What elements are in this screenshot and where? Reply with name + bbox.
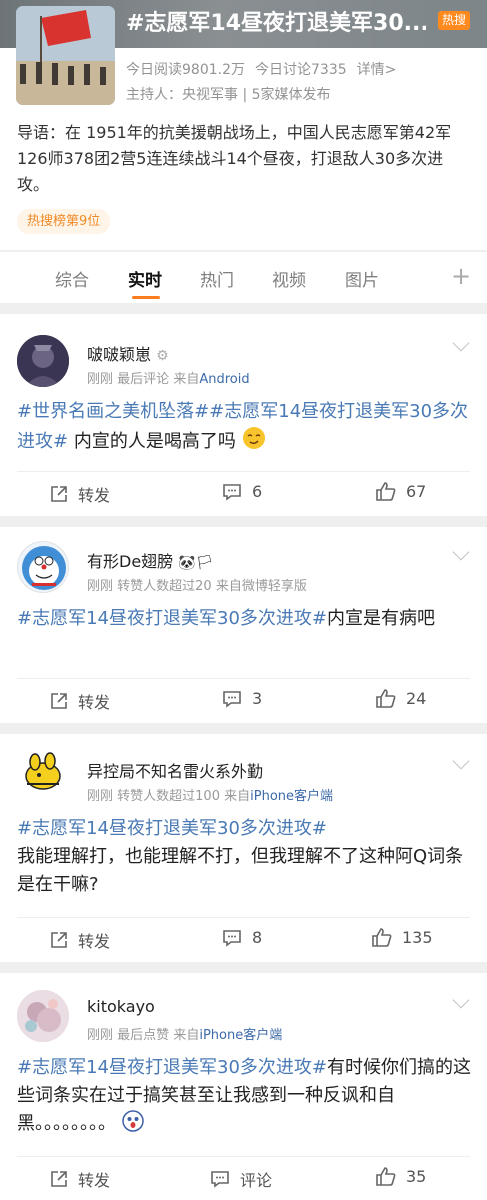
- post-text: #志愿军14昼夜打退美军30多次进攻#内宣是有病吧: [17, 608, 435, 629]
- repost-button[interactable]: 转发: [50, 689, 110, 713]
- comment-button[interactable]: 8: [222, 928, 262, 947]
- divider: [17, 678, 470, 679]
- topic-intro: 导语：在 1951年的抗美援朝战场上，中国人民志愿军第42军126师378团2营…: [17, 123, 452, 194]
- chevron-down-icon[interactable]: [452, 991, 470, 1009]
- hashtag-link[interactable]: #志愿军14昼夜打退美军30多次进攻#: [17, 818, 327, 839]
- like-button[interactable]: 24: [376, 689, 426, 708]
- like-button[interactable]: 67: [376, 482, 426, 501]
- tab-hot[interactable]: 热门: [200, 266, 234, 291]
- comment-button[interactable]: 评论: [210, 1167, 272, 1191]
- comment-button[interactable]: 6: [222, 482, 262, 501]
- user-name[interactable]: 啵啵颖崽 ⚙: [87, 341, 169, 365]
- post-text: #志愿军14昼夜打退美军30多次进攻#有时候你们搞的这些词条实在过于搞笑甚至让我…: [17, 1057, 471, 1134]
- post-meta: 刚刚 最后点赞 来自iPhone客户端: [87, 1028, 283, 1043]
- post-card[interactable]: 啵啵颖崽 ⚙ 刚刚 最后评论 来自Android #世界名画之美机坠落##志愿军…: [0, 314, 487, 516]
- repost-button[interactable]: 转发: [50, 928, 110, 952]
- like-button[interactable]: 135: [372, 928, 433, 947]
- read-count: 今日阅读9801.2万: [126, 62, 245, 78]
- user-name[interactable]: 异控局不知名雷火系外勤: [87, 758, 263, 782]
- comment-button[interactable]: 3: [222, 689, 262, 708]
- rainbow-flag-icon: 🏳: [195, 555, 214, 571]
- discussion-count: 今日讨论7335: [255, 62, 347, 78]
- chevron-down-icon[interactable]: [452, 334, 470, 352]
- thumbs-up-icon: [376, 482, 396, 501]
- chevron-down-icon[interactable]: [452, 752, 470, 770]
- comment-icon: [211, 1171, 229, 1188]
- divider: [17, 917, 470, 918]
- post-card[interactable]: 异控局不知名雷火系外勤 刚刚 转赞人数超过100 来自iPhone客户端 #志愿…: [0, 734, 487, 962]
- thumbs-up-icon: [372, 928, 392, 947]
- post-meta: 刚刚 转赞人数超过100 来自iPhone客户端: [87, 789, 334, 804]
- comment-icon: [223, 690, 241, 708]
- tab-realtime[interactable]: 实时: [128, 266, 162, 291]
- avatar[interactable]: [17, 748, 69, 800]
- tab-comprehensive[interactable]: 综合: [55, 266, 89, 291]
- repost-button[interactable]: 转发: [50, 1167, 110, 1191]
- comment-icon: [223, 929, 241, 947]
- thumbs-up-icon: [376, 1167, 396, 1186]
- divider: [17, 1156, 470, 1157]
- chevron-down-icon[interactable]: [452, 543, 470, 561]
- avatar[interactable]: [17, 335, 69, 387]
- topic-stats: 今日阅读9801.2万 今日讨论7335 详情>: [126, 59, 406, 79]
- post-meta: 刚刚 最后评论 来自Android: [87, 372, 250, 387]
- repost-icon: [51, 486, 67, 502]
- tab-video[interactable]: 视频: [272, 266, 306, 291]
- thumbs-up-icon: [376, 689, 396, 708]
- avatar[interactable]: [17, 990, 69, 1042]
- add-tab-icon[interactable]: +: [451, 262, 471, 290]
- panda-icon: 🐼: [178, 555, 196, 571]
- details-link[interactable]: 详情>: [357, 62, 397, 78]
- topic-title: #志愿军14昼夜打退美军30...: [126, 11, 426, 36]
- hot-badge: 热搜: [438, 11, 470, 30]
- topic-thumbnail[interactable]: [16, 6, 115, 105]
- user-name[interactable]: 有形De翅膀 🐼🏳: [87, 548, 213, 572]
- repost-icon: [51, 1171, 67, 1187]
- active-tab-indicator: [132, 296, 160, 299]
- topic-header: #志愿军14昼夜打退美军30... 热搜 今日阅读9801.2万 今日讨论7335…: [0, 0, 487, 250]
- user-name[interactable]: kitokayo: [87, 997, 155, 1016]
- topic-host[interactable]: 主持人：央视军事 | 5家媒体发布: [126, 84, 331, 104]
- divider: [17, 471, 470, 472]
- rank-badge[interactable]: 热搜榜第9位: [17, 209, 111, 234]
- repost-icon: [51, 932, 67, 948]
- post-card[interactable]: 有形De翅膀 🐼🏳 刚刚 转赞人数超过20 来自微博轻享版 #志愿军14昼夜打退…: [0, 527, 487, 723]
- repost-icon: [51, 693, 67, 709]
- hashtag-link[interactable]: #志愿军14昼夜打退美军30多次进攻#: [17, 1057, 327, 1078]
- repost-button[interactable]: 转发: [50, 482, 110, 506]
- post-meta: 刚刚 转赞人数超过20 来自微博轻享版: [87, 579, 307, 594]
- feed-tabs: 综合 实时 热门 视频 图片 +: [0, 251, 487, 303]
- tab-pictures[interactable]: 图片: [345, 266, 379, 291]
- medal-icon: ⚙: [156, 348, 169, 364]
- avatar[interactable]: [17, 541, 69, 593]
- tipsy-emoji-icon: [242, 427, 265, 449]
- comment-icon: [223, 483, 241, 501]
- post-text: #世界名画之美机坠落##志愿军14昼夜打退美军30多次进攻# 内宣的人是喝高了吗: [17, 401, 469, 452]
- shocked-face-emoji-icon: [121, 1110, 144, 1132]
- like-button[interactable]: 35: [376, 1167, 426, 1186]
- post-text: #志愿军14昼夜打退美军30多次进攻# 我能理解打，也能理解不打，但我理解不了这种…: [17, 818, 464, 895]
- post-card[interactable]: kitokayo 刚刚 最后点赞 来自iPhone客户端 #志愿军14昼夜打退美…: [0, 973, 487, 1200]
- hashtag-link[interactable]: #志愿军14昼夜打退美军30多次进攻#: [17, 608, 327, 629]
